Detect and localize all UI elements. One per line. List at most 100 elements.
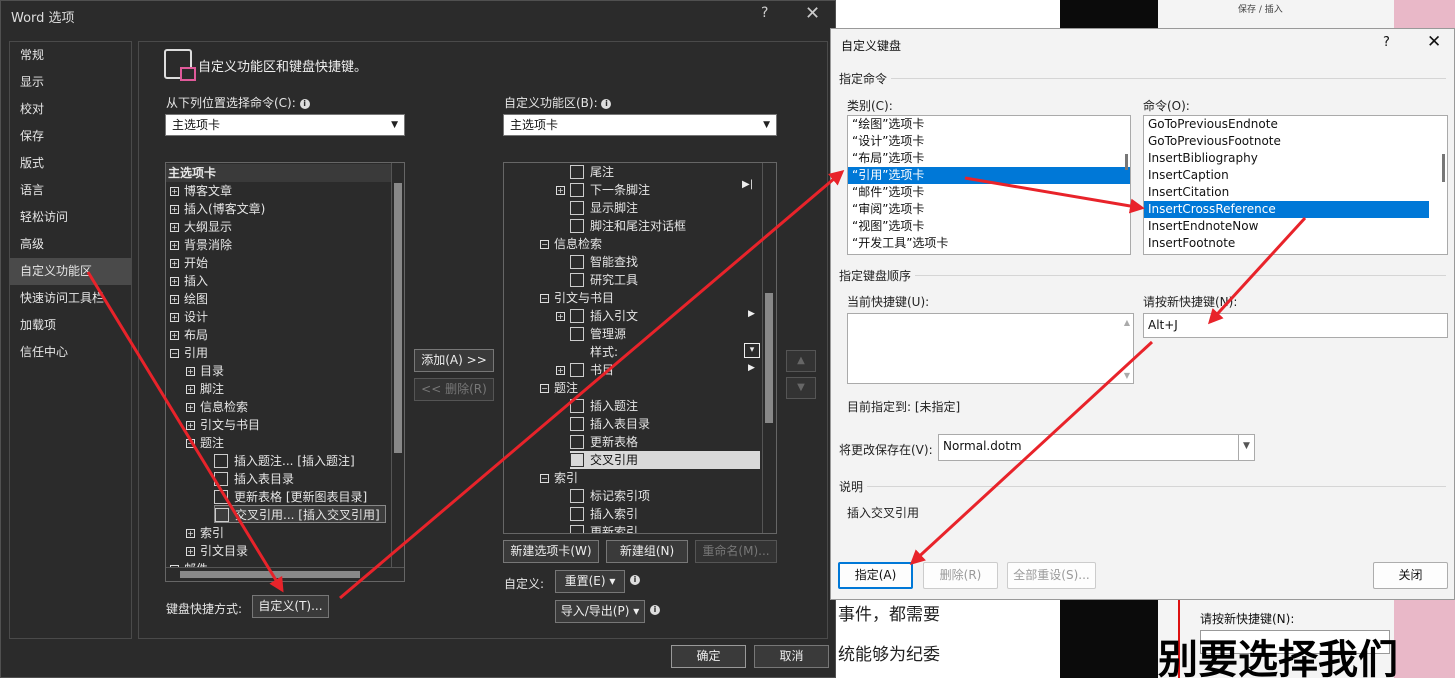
help-button[interactable]: ? bbox=[761, 5, 768, 21]
tree-item-selected[interactable]: 交叉引用... [插入交叉引用] bbox=[214, 505, 386, 523]
tree-item[interactable]: 插入题注 bbox=[570, 397, 638, 415]
nav-item-proofing[interactable]: 校对 bbox=[10, 96, 131, 123]
horizontal-scrollbar[interactable] bbox=[166, 567, 404, 581]
tree-item[interactable]: + 布局 bbox=[170, 326, 208, 344]
list-item[interactable]: “布局”选项卡 bbox=[848, 150, 1130, 167]
list-item[interactable]: “审阅”选项卡 bbox=[848, 201, 1130, 218]
close-dialog-button[interactable]: 关闭 bbox=[1373, 562, 1448, 589]
expand-icon[interactable]: + bbox=[170, 331, 179, 340]
tree-item[interactable]: 插入题注... [插入题注] bbox=[214, 452, 355, 470]
save-in-select[interactable]: Normal.dotm ▼ bbox=[938, 434, 1255, 461]
nav-item-advanced[interactable]: 高级 bbox=[10, 231, 131, 258]
expand-icon[interactable]: + bbox=[186, 547, 195, 556]
expand-icon[interactable]: + bbox=[170, 259, 179, 268]
collapse-icon[interactable]: − bbox=[540, 384, 549, 393]
tree-item[interactable]: 插入表目录 bbox=[214, 470, 294, 488]
tree-item[interactable]: 尾注 bbox=[570, 163, 614, 181]
tree-item[interactable]: − 引文与书目 bbox=[540, 289, 614, 307]
expand-icon[interactable]: + bbox=[186, 529, 195, 538]
categories-list[interactable]: “绘图”选项卡 “设计”选项卡 “布局”选项卡 “引用”选项卡 “邮件”选项卡 … bbox=[847, 115, 1131, 255]
add-button[interactable]: 添加(A) >> bbox=[414, 349, 494, 372]
customize-ribbon-select[interactable]: 主选项卡 ▼ bbox=[503, 114, 777, 136]
expand-icon[interactable]: + bbox=[170, 277, 179, 286]
assign-button[interactable]: 指定(A) bbox=[838, 562, 913, 589]
tree-item[interactable]: 样式: bbox=[570, 343, 618, 361]
expand-icon[interactable]: + bbox=[170, 295, 179, 304]
list-item[interactable]: InsertCitation bbox=[1144, 184, 1447, 201]
expand-icon[interactable]: + bbox=[556, 366, 565, 375]
list-item[interactable]: InsertEndnoteNow bbox=[1144, 218, 1447, 235]
remove-button[interactable]: << 删除(R) bbox=[414, 378, 494, 401]
vertical-scrollbar[interactable] bbox=[391, 163, 404, 567]
reset-button[interactable]: 重置(E) ▾ bbox=[555, 570, 625, 593]
expand-icon[interactable]: + bbox=[170, 313, 179, 322]
tree-item[interactable]: 插入索引 bbox=[570, 505, 638, 523]
tree-item[interactable]: − 信息检索 bbox=[540, 235, 602, 253]
tree-item[interactable]: + 引文与书目 bbox=[186, 416, 260, 434]
list-item-selected[interactable]: “引用”选项卡 bbox=[848, 167, 1130, 184]
collapse-icon[interactable]: − bbox=[540, 474, 549, 483]
nav-item-display[interactable]: 显示 bbox=[10, 69, 131, 96]
tree-item[interactable]: + 信息检索 bbox=[186, 398, 248, 416]
list-item[interactable]: InsertFootnote bbox=[1144, 235, 1447, 252]
tree-item[interactable]: + 下一条脚注 bbox=[556, 181, 650, 199]
scroll-up-icon[interactable]: ▲ bbox=[1124, 318, 1130, 327]
tree-item[interactable]: + 插入(博客文章) bbox=[170, 200, 265, 218]
choose-commands-select[interactable]: 主选项卡 ▼ bbox=[165, 114, 405, 136]
tree-item[interactable]: + 插入引文 bbox=[556, 307, 638, 325]
tree-item[interactable]: + 背景消除 bbox=[170, 236, 232, 254]
scroll-thumb[interactable] bbox=[1125, 154, 1128, 170]
nav-item-trust-center[interactable]: 信任中心 bbox=[10, 339, 131, 366]
new-group-button[interactable]: 新建组(N) bbox=[606, 540, 688, 563]
move-up-button[interactable]: ▲ bbox=[786, 350, 816, 372]
expand-icon[interactable]: + bbox=[556, 186, 565, 195]
expand-icon[interactable]: + bbox=[186, 367, 195, 376]
close-button[interactable]: ✕ bbox=[805, 3, 820, 24]
close-button[interactable]: ✕ bbox=[1427, 32, 1441, 52]
collapse-icon[interactable]: − bbox=[540, 240, 549, 249]
tree-item[interactable]: 更新索引 bbox=[570, 523, 638, 533]
help-button[interactable]: ? bbox=[1383, 35, 1390, 50]
new-tab-button[interactable]: 新建选项卡(W) bbox=[503, 540, 599, 563]
tree-item[interactable]: 更新表格 bbox=[570, 433, 638, 451]
scroll-thumb[interactable] bbox=[180, 571, 360, 578]
import-export-button[interactable]: 导入/导出(P) ▾ bbox=[555, 600, 645, 623]
rename-button[interactable]: 重命名(M)... bbox=[695, 540, 777, 563]
nav-item-language[interactable]: 语言 bbox=[10, 177, 131, 204]
expand-icon[interactable]: + bbox=[556, 312, 565, 321]
tree-item[interactable]: 智能查找 bbox=[570, 253, 638, 271]
list-item-selected[interactable]: InsertCrossReference bbox=[1144, 201, 1429, 218]
style-dropdown-icon[interactable]: ▾ bbox=[744, 343, 760, 358]
tree-item[interactable]: 显示脚注 bbox=[570, 199, 638, 217]
move-down-button[interactable]: ▼ bbox=[786, 377, 816, 399]
new-shortcut-input[interactable]: Alt+J bbox=[1143, 313, 1448, 338]
scroll-thumb[interactable] bbox=[765, 293, 773, 423]
tree-item[interactable]: + 设计 bbox=[170, 308, 208, 326]
tree-item[interactable]: + 博客文章 bbox=[170, 182, 232, 200]
tree-item[interactable]: + 绘图 bbox=[170, 290, 208, 308]
customize-keyboard-button[interactable]: 自定义(T)... bbox=[252, 595, 329, 618]
list-item[interactable]: InsertCaption bbox=[1144, 167, 1447, 184]
commands-list[interactable]: GoToPreviousEndnote GoToPreviousFootnote… bbox=[1143, 115, 1448, 255]
expand-icon[interactable]: + bbox=[170, 223, 179, 232]
tree-item[interactable]: + 目录 bbox=[186, 362, 224, 380]
tree-item[interactable]: − 题注 bbox=[186, 434, 224, 452]
nav-item-general[interactable]: 常规 bbox=[10, 42, 131, 69]
nav-item-quick-access[interactable]: 快速访问工具栏 bbox=[10, 285, 131, 312]
scroll-down-icon[interactable]: ▼ bbox=[1124, 371, 1130, 380]
expand-icon[interactable]: + bbox=[170, 205, 179, 214]
vertical-scrollbar[interactable] bbox=[762, 163, 776, 533]
list-item[interactable]: GoToPreviousFootnote bbox=[1144, 133, 1447, 150]
list-item[interactable]: “视图”选项卡 bbox=[848, 218, 1130, 235]
tree-item[interactable]: + 开始 bbox=[170, 254, 208, 272]
tree-item[interactable]: − 索引 bbox=[540, 469, 578, 487]
expand-icon[interactable]: + bbox=[170, 241, 179, 250]
expand-icon[interactable]: + bbox=[186, 403, 195, 412]
scroll-thumb[interactable] bbox=[1442, 154, 1445, 182]
tree-item[interactable]: + 引文目录 bbox=[186, 542, 248, 560]
current-keys-list[interactable]: ▲ ▼ bbox=[847, 313, 1134, 384]
expand-icon[interactable]: + bbox=[186, 385, 195, 394]
collapse-icon[interactable]: − bbox=[540, 294, 549, 303]
nav-item-accessibility[interactable]: 轻松访问 bbox=[10, 204, 131, 231]
list-item[interactable]: InsertBibliography bbox=[1144, 150, 1447, 167]
